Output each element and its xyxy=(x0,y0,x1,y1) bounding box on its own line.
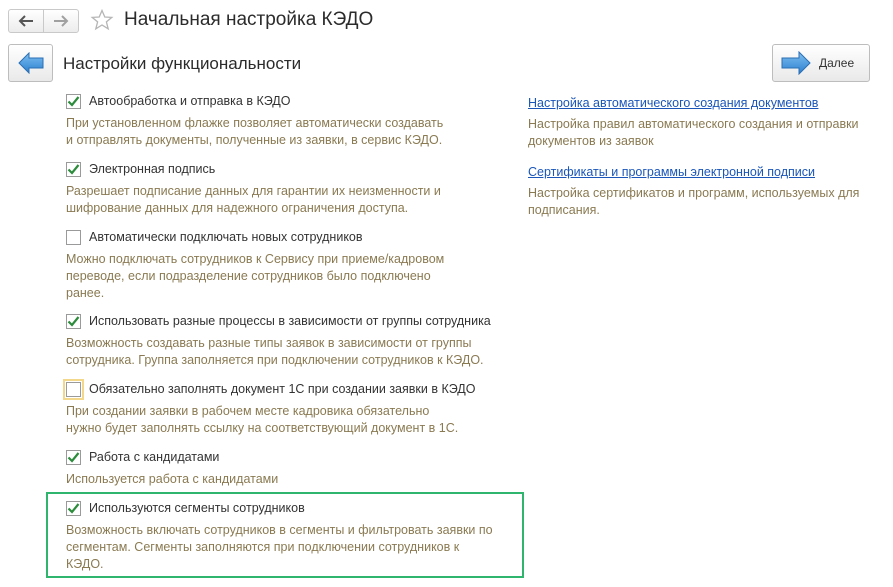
checkbox-require-1c-document[interactable] xyxy=(63,378,84,400)
link-certificates[interactable]: Сертификаты и программы электронной подп… xyxy=(528,165,859,179)
option-label: Используются сегменты сотрудников xyxy=(89,501,305,515)
option-label: Обязательно заполнять документ 1С при со… xyxy=(89,382,476,396)
link-description: Настройка правил автоматического создани… xyxy=(528,117,859,148)
option-employee-segments: Используются сегменты сотрудников Возмож… xyxy=(66,499,493,573)
option-candidates: Работа с кандидатами Используется работа… xyxy=(66,448,278,488)
link-description: Настройка сертификатов и программ, испол… xyxy=(528,186,860,217)
link-block-certificates: Сертификаты и программы электронной подп… xyxy=(528,165,859,219)
option-description: Можно подключать сотрудников к Сервису п… xyxy=(66,252,445,300)
next-button[interactable]: Далее xyxy=(772,44,870,82)
back-nav-button[interactable] xyxy=(8,9,44,33)
arrow-right-icon xyxy=(781,51,811,75)
checkmark-icon xyxy=(67,502,80,514)
checkmark-icon xyxy=(67,95,80,107)
arrow-right-icon xyxy=(54,15,69,27)
option-require-1c-document: Обязательно заполнять документ 1С при со… xyxy=(63,378,476,437)
page-title: Настройки функциональности xyxy=(63,54,302,73)
option-description: При установленном флажке позволяет автом… xyxy=(66,116,444,147)
checkmark-icon xyxy=(67,451,80,463)
checkbox-candidates[interactable] xyxy=(66,449,81,465)
option-description: При создании заявки в рабочем месте кадр… xyxy=(66,404,459,435)
option-label: Автообработка и отправка в КЭДО xyxy=(89,94,291,108)
checkmark-icon xyxy=(67,315,80,327)
checkbox-auto-connect-employees[interactable] xyxy=(66,229,81,245)
link-auto-documents-settings[interactable]: Настройка автоматического создания докум… xyxy=(528,96,859,110)
option-description: Возможность включать сотрудников в сегме… xyxy=(66,523,493,571)
forward-nav-button[interactable] xyxy=(43,9,79,33)
checkbox-electronic-signature[interactable] xyxy=(66,161,81,177)
option-description: Разрешает подписание данных для гарантии… xyxy=(66,184,441,215)
next-button-label: Далее xyxy=(819,56,855,70)
favorite-star-icon[interactable] xyxy=(90,8,114,32)
arrow-left-icon xyxy=(18,15,33,27)
link-block-auto-documents: Настройка автоматического создания докум… xyxy=(528,96,859,150)
window-title: Начальная настройка КЭДО xyxy=(124,9,374,30)
option-label: Работа с кандидатами xyxy=(89,450,220,464)
option-label: Электронная подпись xyxy=(89,162,216,176)
arrow-left-icon xyxy=(17,52,43,74)
checkbox-auto-processing[interactable] xyxy=(66,93,81,109)
option-label: Использовать разные процессы в зависимос… xyxy=(89,314,491,328)
option-electronic-signature: Электронная подпись Разрешает подписание… xyxy=(66,160,441,217)
checkmark-icon xyxy=(67,163,80,175)
option-auto-connect-employees: Автоматически подключать новых сотрудник… xyxy=(66,228,444,302)
option-auto-processing: Автообработка и отправка в КЭДО При уста… xyxy=(66,92,443,149)
option-label: Автоматически подключать новых сотрудник… xyxy=(89,230,363,244)
checkbox-employee-segments[interactable] xyxy=(66,500,81,516)
option-description: Возможность создавать разные типы заявок… xyxy=(66,336,484,367)
option-group-processes: Использовать разные процессы в зависимос… xyxy=(66,312,491,369)
checkbox-group-processes[interactable] xyxy=(66,313,81,329)
option-description: Используется работа с кандидатами xyxy=(66,472,279,486)
back-step-button[interactable] xyxy=(8,44,53,82)
